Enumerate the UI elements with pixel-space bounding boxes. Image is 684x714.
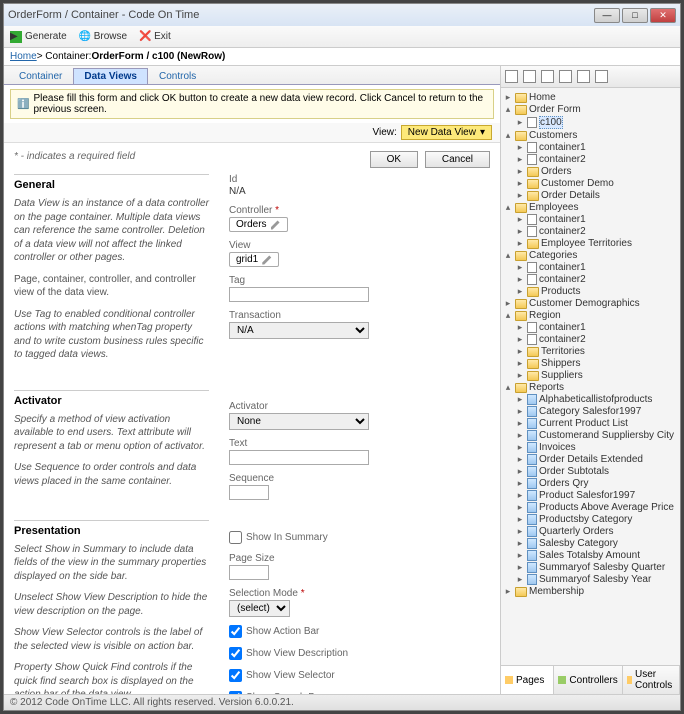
exit-icon: ❌: [139, 31, 151, 43]
selection-mode-select[interactable]: (select): [229, 600, 290, 617]
browse-button[interactable]: 🌐Browse: [79, 31, 127, 43]
controller-pill[interactable]: Orders: [229, 217, 288, 232]
info-icon: ℹ️: [17, 99, 29, 110]
browse-icon: 🌐: [79, 31, 91, 43]
section-general: General Data View is an instance of a da…: [14, 174, 209, 362]
tab-user-controls[interactable]: User Controls: [623, 666, 680, 694]
pencil-icon: [262, 255, 272, 265]
cancel-button[interactable]: Cancel: [425, 151, 490, 168]
breadcrumb-home[interactable]: Home: [10, 51, 37, 62]
tree-icon[interactable]: [541, 70, 554, 83]
status-bar: © 2012 Code OnTime LLC. All rights reser…: [4, 694, 680, 710]
open-icon[interactable]: [595, 70, 608, 83]
minimize-button[interactable]: —: [594, 8, 620, 23]
ok-button[interactable]: OK: [370, 151, 418, 168]
sidebar: ▸Home ▴Order Form ▸c100 ▴Customers ▸cont…: [500, 66, 680, 694]
section-presentation: Presentation Select Show in Summary to i…: [14, 520, 209, 695]
tab-container[interactable]: Container: [8, 68, 73, 84]
window-title: OrderForm / Container - Code On Time: [8, 9, 594, 21]
user-controls-icon: [627, 676, 632, 684]
dropdown-icon: ▾: [480, 127, 485, 138]
tree[interactable]: ▸Home ▴Order Form ▸c100 ▴Customers ▸cont…: [501, 88, 680, 665]
show-action-bar-check[interactable]: [229, 625, 242, 638]
view-pill[interactable]: grid1: [229, 252, 279, 267]
tree-selected: c100: [539, 116, 563, 129]
tab-controls[interactable]: Controls: [148, 68, 207, 84]
pages-icon: [505, 676, 513, 684]
page-size-input[interactable]: [229, 565, 269, 580]
breadcrumb: Home > Container: OrderForm / c100 (NewR…: [4, 48, 680, 66]
transaction-select[interactable]: N/A: [229, 322, 369, 339]
required-hint: * - indicates a required field: [14, 151, 135, 162]
toolbar: ▶Generate 🌐Browse ❌Exit: [4, 26, 680, 48]
tab-controllers[interactable]: Controllers: [554, 666, 622, 694]
tab-pages[interactable]: Pages: [501, 666, 554, 694]
refresh-icon[interactable]: [523, 70, 536, 83]
tag-input[interactable]: [229, 287, 369, 302]
show-view-description-check[interactable]: [229, 647, 242, 660]
maximize-button[interactable]: □: [622, 8, 648, 23]
show-view-selector-check[interactable]: [229, 669, 242, 682]
generate-button[interactable]: ▶Generate: [10, 31, 67, 43]
list-icon[interactable]: [559, 70, 572, 83]
new-data-view-button[interactable]: New Data View▾: [401, 125, 492, 140]
info-bar: ℹ️Please fill this form and click OK but…: [10, 89, 494, 119]
tab-data-views[interactable]: Data Views: [73, 68, 148, 84]
section-activator: Activator Specify a method of view activ…: [14, 390, 209, 489]
exit-button[interactable]: ❌Exit: [139, 31, 171, 43]
close-button[interactable]: ✕: [650, 8, 676, 23]
tabs: Container Data Views Controls: [4, 66, 500, 85]
activator-select[interactable]: None: [229, 413, 369, 430]
pencil-icon: [271, 220, 281, 230]
new-icon[interactable]: [577, 70, 590, 83]
show-in-summary-check[interactable]: [229, 531, 242, 544]
sync-icon[interactable]: [505, 70, 518, 83]
sequence-input[interactable]: [229, 485, 269, 500]
controllers-icon: [558, 676, 566, 684]
generate-icon: ▶: [10, 31, 22, 43]
side-toolbar: [501, 66, 680, 88]
text-input[interactable]: [229, 450, 369, 465]
bottom-tabs: Pages Controllers User Controls: [501, 665, 680, 694]
title-bar: OrderForm / Container - Code On Time — □…: [4, 4, 680, 26]
breadcrumb-current: OrderForm / c100 (NewRow): [91, 51, 225, 62]
